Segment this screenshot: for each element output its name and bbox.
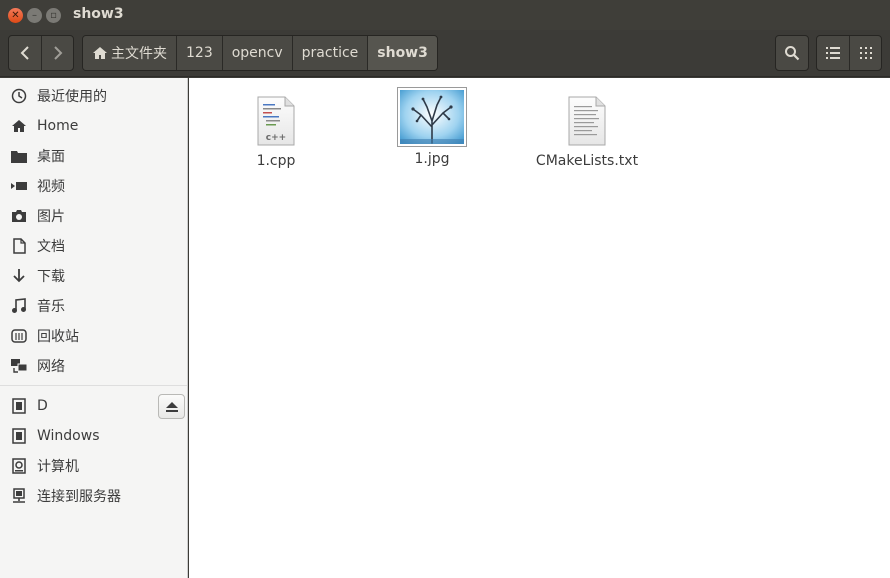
camera-icon	[11, 208, 27, 224]
sidebar-item-documents[interactable]: 文档	[0, 231, 187, 261]
sidebar-item-label: 回收站	[37, 329, 79, 345]
file-name: CMakeLists.txt	[535, 153, 639, 169]
breadcrumb-label: practice	[301, 45, 359, 61]
eject-button[interactable]	[158, 394, 185, 419]
sidebar: 最近使用的 Home 桌面 视频 图片 文档 下载 音乐 回收站 网络 D Wi…	[0, 78, 188, 578]
sidebar-item-label: D	[37, 398, 48, 414]
sidebar-item-videos[interactable]: 视频	[0, 171, 187, 201]
recent-icon	[11, 88, 27, 104]
download-icon	[11, 268, 27, 284]
file-item-cmakelists[interactable]: CMakeLists.txt	[522, 91, 652, 169]
document-icon	[11, 238, 27, 254]
grid-view-button[interactable]	[849, 36, 881, 70]
sidebar-item-downloads[interactable]: 下载	[0, 261, 187, 291]
sidebar-item-label: 文档	[37, 239, 65, 255]
breadcrumb-home[interactable]: 主文件夹	[83, 36, 176, 70]
title-bar: ✕ – ▫ show3	[0, 0, 890, 30]
sidebar-item-home[interactable]: Home	[0, 111, 187, 141]
search-icon	[785, 46, 800, 61]
sidebar-item-drive-d[interactable]: D	[0, 391, 187, 421]
sidebar-item-recent[interactable]: 最近使用的	[0, 81, 187, 111]
sidebar-item-label: Windows	[37, 428, 100, 444]
back-button[interactable]	[9, 36, 41, 70]
eject-icon	[165, 401, 178, 412]
drive-icon	[11, 398, 27, 414]
sidebar-item-label: 图片	[37, 209, 65, 225]
breadcrumb-label: opencv	[231, 45, 283, 61]
sidebar-item-label: 计算机	[37, 459, 79, 475]
window-title: show3	[73, 6, 124, 22]
sidebar-item-desktop[interactable]: 桌面	[0, 141, 187, 171]
list-view-button[interactable]	[817, 36, 849, 70]
maximize-icon: ▫	[50, 9, 57, 21]
svg-text:c++: c++	[266, 133, 286, 143]
sidebar-item-label: Home	[37, 118, 79, 134]
sidebar-separator	[0, 385, 187, 386]
server-icon	[11, 488, 27, 504]
breadcrumb-label: 主文件夹	[111, 46, 167, 62]
sidebar-item-label: 最近使用的	[37, 89, 107, 105]
home-icon	[11, 118, 27, 134]
text-file-icon	[567, 91, 607, 151]
sidebar-item-pictures[interactable]: 图片	[0, 201, 187, 231]
music-icon	[11, 298, 27, 314]
sidebar-item-label: 音乐	[37, 299, 65, 315]
navigation-buttons	[8, 35, 74, 71]
breadcrumb: 主文件夹 123 opencv practice show3	[82, 35, 438, 71]
home-icon	[93, 47, 107, 59]
sidebar-item-computer[interactable]: 计算机	[0, 451, 187, 481]
breadcrumb-show3[interactable]: show3	[367, 36, 437, 70]
drive-icon	[11, 428, 27, 444]
file-name: 1.jpg	[414, 151, 450, 167]
search-button[interactable]	[775, 35, 809, 71]
forward-button[interactable]	[41, 36, 73, 70]
sidebar-item-label: 网络	[37, 359, 65, 375]
sidebar-item-label: 下载	[37, 269, 65, 285]
sidebar-item-drive-windows[interactable]: Windows	[0, 421, 187, 451]
chevron-left-icon	[20, 46, 29, 60]
minimize-icon: –	[32, 9, 37, 21]
file-item-jpg[interactable]: 1.jpg	[367, 85, 497, 167]
file-view: c++ 1.cpp 1.jpg CMakeLists.txt	[189, 78, 890, 578]
list-view-icon	[826, 47, 840, 59]
sidebar-item-trash[interactable]: 回收站	[0, 321, 187, 351]
trash-icon	[11, 328, 27, 344]
breadcrumb-practice[interactable]: practice	[291, 36, 368, 70]
network-icon	[11, 358, 27, 374]
close-icon: ✕	[11, 9, 20, 21]
chevron-right-icon	[53, 46, 62, 60]
file-item-cpp[interactable]: c++ 1.cpp	[211, 91, 341, 169]
folder-icon	[11, 148, 27, 164]
file-name: 1.cpp	[256, 153, 296, 169]
view-mode-buttons	[816, 35, 882, 71]
close-window-button[interactable]: ✕	[8, 8, 23, 23]
breadcrumb-label: show3	[377, 45, 428, 61]
toolbar: 主文件夹 123 opencv practice show3	[0, 30, 890, 77]
sidebar-item-label: 视频	[37, 179, 65, 195]
computer-icon	[11, 458, 27, 474]
grid-view-icon	[859, 47, 872, 59]
sidebar-item-label: 桌面	[37, 149, 65, 165]
cpp-file-icon: c++	[256, 91, 296, 151]
sidebar-item-network[interactable]: 网络	[0, 351, 187, 381]
image-thumbnail	[397, 85, 467, 149]
video-icon	[11, 178, 27, 194]
breadcrumb-opencv[interactable]: opencv	[221, 36, 292, 70]
minimize-window-button[interactable]: –	[27, 8, 42, 23]
sidebar-item-connect-server[interactable]: 连接到服务器	[0, 481, 187, 511]
breadcrumb-123[interactable]: 123	[176, 36, 222, 70]
sidebar-item-music[interactable]: 音乐	[0, 291, 187, 321]
maximize-window-button[interactable]: ▫	[46, 8, 61, 23]
sidebar-item-label: 连接到服务器	[37, 489, 121, 505]
breadcrumb-label: 123	[186, 45, 213, 61]
